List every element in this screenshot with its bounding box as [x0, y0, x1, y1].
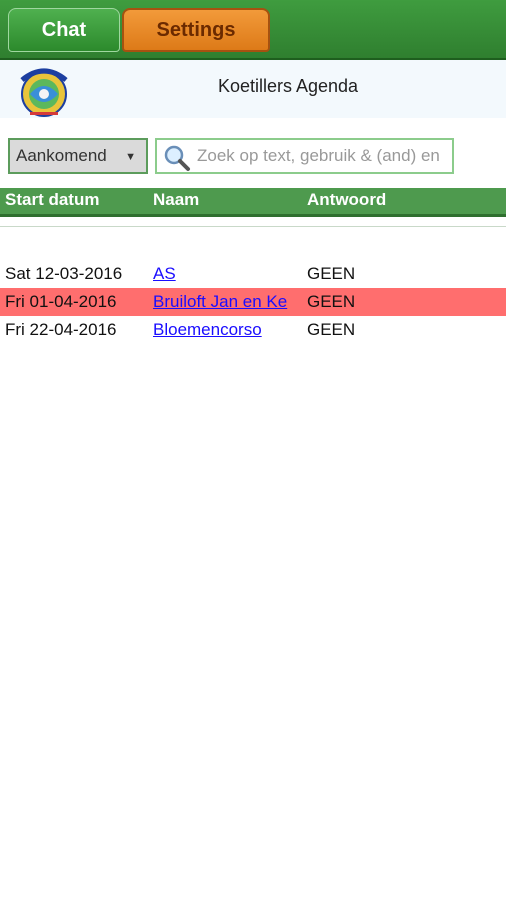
table-row[interactable]: Fri 01-04-2016 Bruiloft Jan en Ke GEEN — [0, 288, 506, 316]
row-date: Sat 12-03-2016 — [5, 264, 123, 283]
row-date: Fri 22-04-2016 — [5, 320, 117, 339]
table-row[interactable]: Sat 12-03-2016 AS GEEN — [0, 260, 506, 288]
table-header: Start datum Naam Antwoord — [0, 188, 506, 217]
column-header-name[interactable]: Naam — [153, 190, 199, 210]
row-answer: GEEN — [307, 320, 356, 339]
row-date: Fri 01-04-2016 — [5, 292, 117, 311]
chevron-down-icon: ▼ — [125, 151, 136, 163]
period-select[interactable]: Aankomend ▼ — [8, 138, 148, 174]
search-icon — [164, 145, 190, 171]
period-select-value: Aankomend — [16, 146, 107, 165]
search-input[interactable] — [197, 140, 452, 172]
row-name-link[interactable]: AS — [153, 264, 307, 284]
page-title: Koetillers Agenda — [217, 76, 359, 96]
divider — [0, 226, 506, 227]
search-box[interactable] — [155, 138, 454, 174]
column-header-start-date[interactable]: Start datum — [5, 190, 99, 210]
tab-chat[interactable]: Chat — [8, 8, 120, 52]
page-header: Koetillers Agenda — [0, 60, 506, 118]
table-row[interactable]: Fri 22-04-2016 Bloemencorso GEEN — [0, 316, 506, 344]
tab-bar: Chat Settings — [0, 0, 506, 60]
tab-settings[interactable]: Settings — [122, 8, 270, 52]
column-header-answer[interactable]: Antwoord — [307, 190, 386, 210]
row-name-link[interactable]: Bruiloft Jan en Ke — [153, 292, 307, 312]
row-answer: GEEN — [307, 292, 356, 311]
row-answer: GEEN — [307, 264, 356, 283]
row-name-link[interactable]: Bloemencorso — [153, 320, 307, 340]
